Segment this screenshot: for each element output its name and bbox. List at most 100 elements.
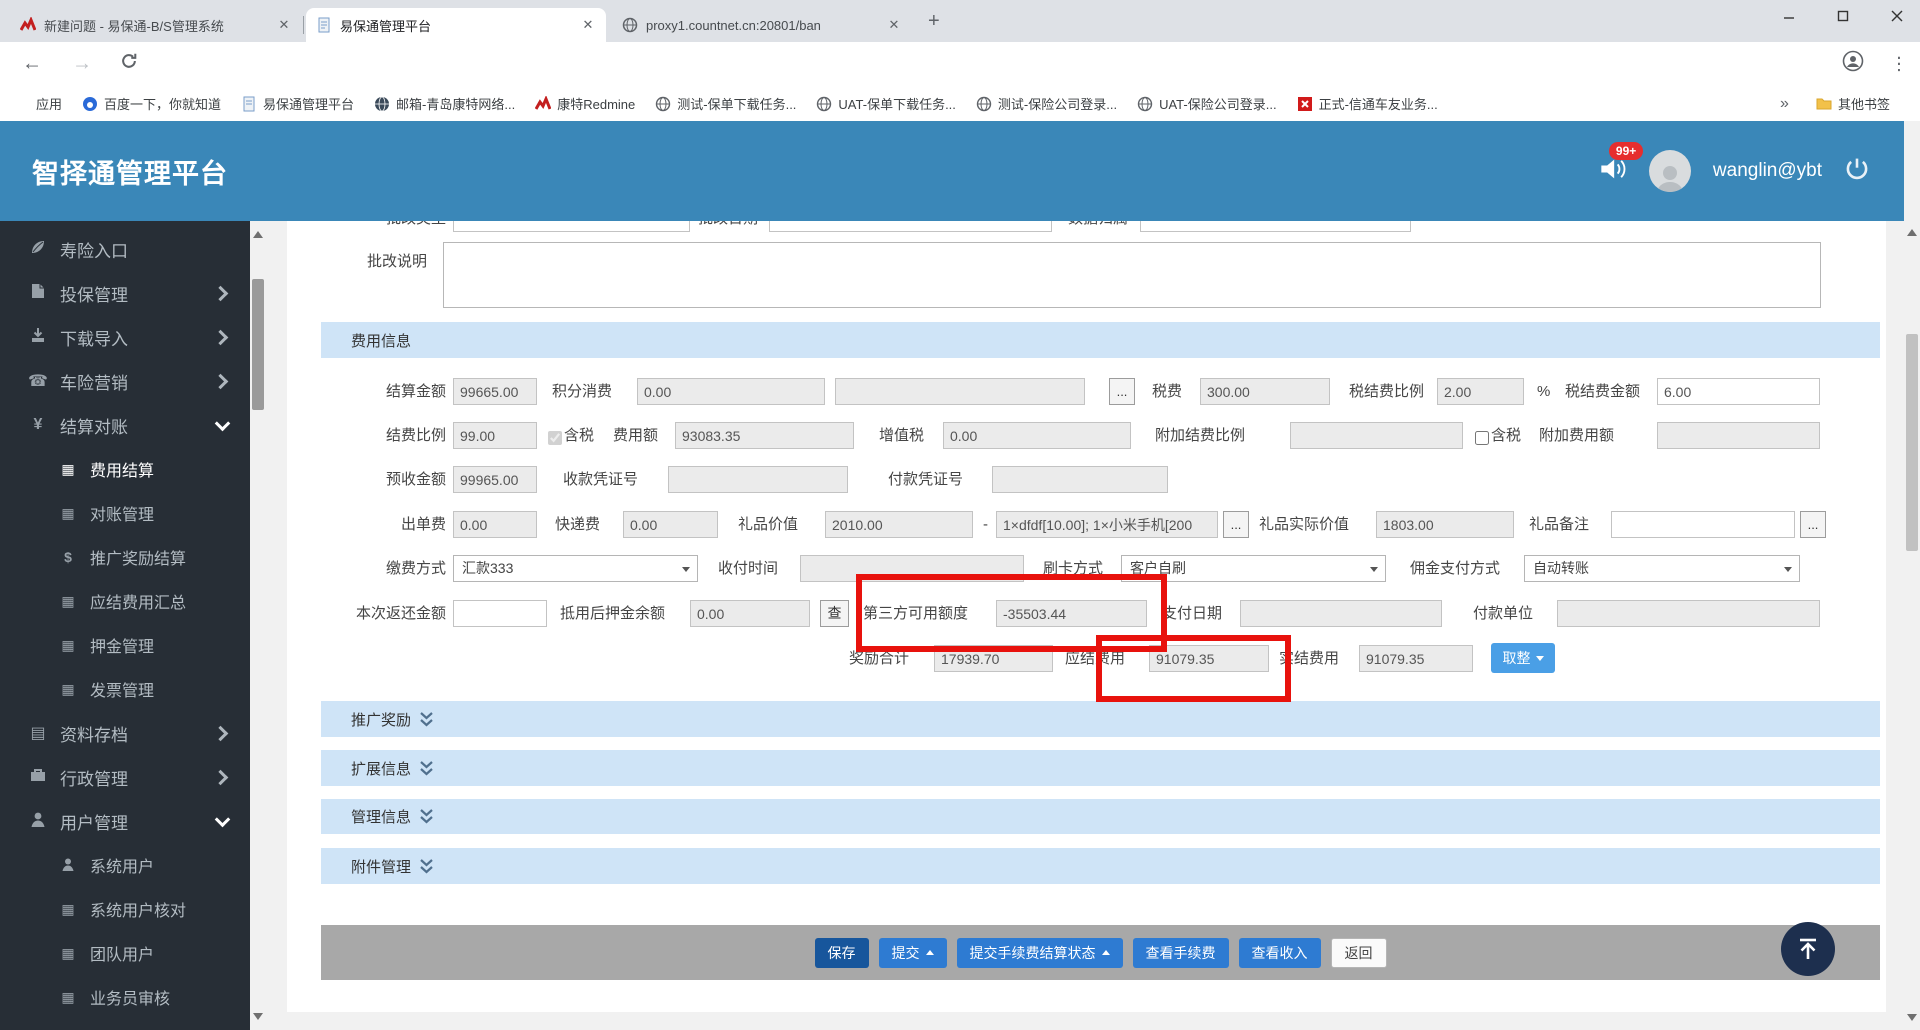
scrollbar-thumb[interactable]	[252, 279, 264, 410]
profile-avatar-icon[interactable]	[1842, 50, 1864, 78]
receipt-no-input[interactable]	[668, 466, 848, 493]
notifications[interactable]: 99+	[1599, 141, 1644, 187]
settle-amount-input[interactable]	[453, 378, 537, 405]
tab-redmine[interactable]: 新建问题 - 易保通-B/S管理系统 ✕	[10, 8, 302, 42]
submit-status-button[interactable]: 提交手续费结算状态	[956, 937, 1123, 968]
sidebar-item-life-insurance[interactable]: 寿险入口	[0, 227, 250, 271]
sidebar-item-reconciliation[interactable]: ▦ 对账管理	[0, 491, 250, 535]
page-scrollbar[interactable]	[1904, 121, 1920, 1030]
bookmark-item[interactable]: 邮箱-青岛康特网络...	[374, 94, 515, 113]
refund-amount-input[interactable]	[453, 600, 547, 627]
deposit-check-button[interactable]: 查	[820, 600, 849, 627]
other-bookmarks-button[interactable]: 其他书签	[1816, 94, 1890, 113]
tax-included-checkbox[interactable]	[548, 431, 562, 445]
addl-fee-amount-input[interactable]	[1657, 422, 1820, 449]
section-management-info[interactable]: 管理信息	[321, 799, 1880, 834]
back-button[interactable]: 返回	[1330, 937, 1387, 968]
reload-icon[interactable]	[120, 52, 138, 76]
save-button[interactable]: 保存	[814, 937, 869, 968]
bookmark-item[interactable]: 测试-保单下载任务...	[655, 94, 796, 113]
points-detail-input[interactable]	[835, 378, 1085, 405]
bookmark-apps[interactable]: 应用	[14, 94, 62, 113]
menu-kebab-icon[interactable]: ⋮	[1890, 54, 1908, 75]
bookmarks-overflow-chevron[interactable]: »	[1780, 95, 1789, 113]
gift-note-input[interactable]	[1611, 511, 1795, 538]
forward-icon[interactable]: →	[72, 53, 92, 76]
tax-input[interactable]	[1200, 378, 1330, 405]
logout-power-icon[interactable]	[1844, 156, 1870, 187]
pay-method-select[interactable]: 汇款333	[453, 555, 698, 582]
section-promo-reward[interactable]: 推广奖励	[321, 701, 1880, 737]
back-to-top-button[interactable]	[1781, 922, 1835, 976]
gift-value-input[interactable]	[825, 511, 973, 538]
section-attachment-mgmt[interactable]: 附件管理	[321, 848, 1880, 884]
tab-proxy[interactable]: proxy1.countnet.cn:20801/ban ✕	[612, 8, 912, 42]
sidebar-item-archives[interactable]: ▤ 资料存档	[0, 711, 250, 755]
deposit-balance-input[interactable]	[690, 600, 810, 627]
round-button[interactable]: 取整	[1491, 643, 1555, 673]
commission-pay-method-select[interactable]: 自动转账	[1524, 555, 1800, 582]
points-input[interactable]	[637, 378, 825, 405]
sidebar-item-invoice-mgmt[interactable]: ▦ 发票管理	[0, 667, 250, 711]
pay-unit-input[interactable]	[1557, 600, 1820, 627]
bookmark-item[interactable]: 百度一下，你就知道	[82, 94, 221, 113]
new-tab-button[interactable]: +	[928, 10, 940, 33]
scroll-down-icon[interactable]	[253, 1013, 263, 1025]
addl-tax-included-checkbox[interactable]	[1475, 431, 1489, 445]
express-fee-input[interactable]	[623, 511, 718, 538]
submit-button[interactable]: 提交	[878, 937, 947, 968]
gift-detail-input[interactable]	[996, 511, 1218, 538]
close-tab-icon[interactable]: ✕	[886, 17, 902, 33]
sidebar-scrollbar[interactable]	[250, 221, 266, 1030]
bookmark-item[interactable]: 易保通管理平台	[241, 94, 354, 113]
bookmark-item[interactable]: 测试-保险公司登录...	[976, 94, 1117, 113]
actual-fee-input[interactable]	[1359, 645, 1473, 672]
gift-picker-button[interactable]: ...	[1223, 511, 1249, 538]
fee-ratio-input[interactable]	[453, 422, 537, 449]
maximize-button[interactable]	[1820, 0, 1866, 32]
close-tab-icon[interactable]: ✕	[580, 17, 596, 33]
tab-active-platform[interactable]: 易保通管理平台 ✕	[306, 8, 606, 42]
sidebar-item-fee-settlement[interactable]: ▦ 费用结算	[0, 447, 250, 491]
sidebar-item-settlement[interactable]: ¥ 结算对账	[0, 403, 250, 447]
scroll-up-icon[interactable]	[253, 226, 263, 238]
fee-amount-input[interactable]	[675, 422, 854, 449]
gift-actual-value-input[interactable]	[1376, 511, 1514, 538]
addl-fee-ratio-input[interactable]	[1290, 422, 1463, 449]
sidebar-item-system-user-check[interactable]: ▦ 系统用户核对	[0, 887, 250, 931]
sidebar-item-agent-review[interactable]: ▦ 业务员审核	[0, 975, 250, 1019]
sidebar-item-deposit-mgmt[interactable]: ▦ 押金管理	[0, 623, 250, 667]
payment-no-input[interactable]	[992, 466, 1168, 493]
scrollbar-thumb[interactable]	[1906, 334, 1918, 551]
view-income-button[interactable]: 查看收入	[1238, 937, 1321, 968]
sidebar-item-promo-reward-settlement[interactable]: $ 推广奖励结算	[0, 535, 250, 579]
section-extended-info[interactable]: 扩展信息	[321, 750, 1880, 786]
bookmark-item[interactable]: UAT-保单下载任务...	[816, 94, 956, 113]
endorse-remark-textarea[interactable]	[443, 242, 1821, 308]
vat-input[interactable]	[943, 422, 1131, 449]
sidebar-item-team-users[interactable]: ▦ 团队用户	[0, 931, 250, 975]
sidebar-item-fee-summary[interactable]: ▦ 应结费用汇总	[0, 579, 250, 623]
sidebar-item-user-mgmt[interactable]: 用户管理	[0, 799, 250, 843]
points-picker-button[interactable]: ...	[1109, 378, 1135, 405]
bookmark-item[interactable]: 康特Redmine	[534, 94, 635, 113]
bookmark-item[interactable]: 正式-信通车友业务...	[1297, 94, 1438, 113]
tax-fee-amount-input[interactable]	[1657, 378, 1820, 405]
sidebar-item-system-users[interactable]: 系统用户	[0, 843, 250, 887]
sidebar-item-auto-marketing[interactable]: ☎ 车险营销	[0, 359, 250, 403]
close-tab-icon[interactable]: ✕	[276, 17, 292, 33]
back-icon[interactable]: ←	[22, 53, 42, 76]
sidebar-item-download-import[interactable]: 下载导入	[0, 315, 250, 359]
sidebar-item-admin-mgmt[interactable]: 行政管理	[0, 755, 250, 799]
pay-date-input[interactable]	[1240, 600, 1442, 627]
bookmark-item[interactable]: UAT-保险公司登录...	[1137, 94, 1277, 113]
user-avatar[interactable]	[1648, 150, 1691, 192]
close-window-button[interactable]	[1874, 0, 1920, 32]
view-fee-button[interactable]: 查看手续费	[1132, 937, 1229, 968]
prepaid-amount-input[interactable]	[453, 466, 537, 493]
minimize-button[interactable]	[1766, 0, 1812, 32]
gift-note-picker-button[interactable]: ...	[1800, 511, 1826, 538]
scroll-down-icon[interactable]	[1907, 1014, 1917, 1026]
sidebar-item-apply-mgmt[interactable]: 投保管理	[0, 271, 250, 315]
tax-ratio-input[interactable]	[1437, 378, 1524, 405]
